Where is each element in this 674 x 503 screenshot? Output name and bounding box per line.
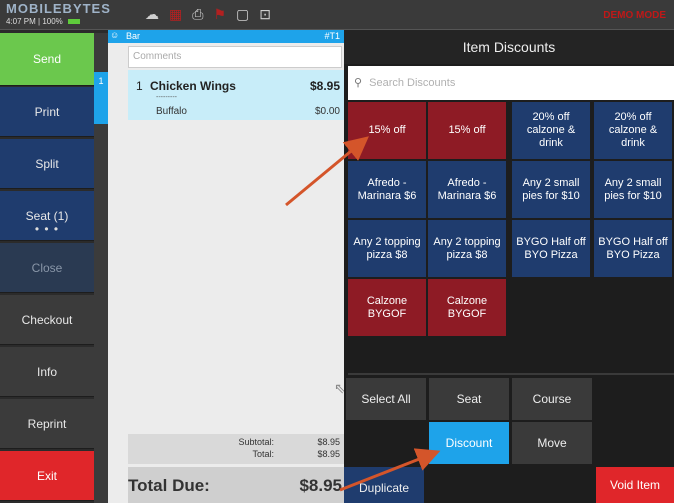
search-icon: ⚲ — [354, 77, 363, 89]
total-due-bar: Total Due: $8.95 — [128, 467, 344, 503]
chat-icon[interactable]: ▢ — [236, 6, 249, 22]
course-button[interactable]: Course — [512, 378, 592, 420]
search-placeholder: Search Discounts — [369, 77, 456, 89]
split-button[interactable]: Split — [0, 139, 94, 189]
item-modifier: Buffalo — [156, 106, 187, 117]
table-number: #T1 — [324, 31, 340, 41]
subtotal-row: Subtotal: $8.95 — [128, 437, 344, 449]
discount-tile[interactable]: Afredo - Marinara $6 — [428, 161, 506, 218]
seat-action-button[interactable]: Seat — [429, 378, 509, 420]
terminal-icon[interactable]: ⊡ — [259, 6, 271, 22]
item-discounts-panel: Item Discounts ⚲ Search Discounts 15% of… — [344, 30, 674, 503]
move-button[interactable]: Move — [512, 422, 592, 464]
send-button[interactable]: Send — [0, 33, 94, 86]
total-due-value: $8.95 — [299, 476, 342, 495]
grid-icon[interactable]: ▦ — [169, 6, 182, 22]
void-item-button[interactable]: Void Item — [596, 467, 674, 503]
totals-box: Subtotal: $8.95 Total: $8.95 — [128, 434, 344, 464]
info-button[interactable]: Info — [0, 347, 94, 397]
total-due-label: Total Due: — [128, 476, 210, 495]
pos-screen: MOBILEBYTES 4:07 PM | 100% ☁ ▦ ⎙ ⚑ ▢ ⊡ D… — [0, 0, 674, 503]
close-button[interactable]: Close — [0, 243, 94, 293]
discount-tile[interactable]: 15% off — [348, 102, 426, 159]
order-header: ☺ Bar #T1 — [108, 30, 344, 43]
discount-tile[interactable]: Any 2 topping pizza $8 — [428, 220, 506, 277]
search-discounts-input[interactable]: ⚲ Search Discounts — [348, 66, 674, 100]
discount-tile[interactable]: Any 2 small pies for $10 — [594, 161, 672, 218]
seat-tab-1[interactable]: 1 — [94, 72, 108, 124]
discount-tile[interactable]: 20% off calzone & drink — [512, 102, 590, 159]
checkout-button[interactable]: Checkout — [0, 295, 94, 345]
more-dots-icon: • • • — [34, 222, 60, 236]
section-divider — [348, 373, 674, 375]
clock: 4:07 PM — [6, 17, 36, 26]
order-location: Bar — [126, 31, 141, 41]
discount-tile[interactable]: Any 2 small pies for $10 — [512, 161, 590, 218]
total-row: Total: $8.95 — [128, 449, 344, 461]
duplicate-button[interactable]: Duplicate — [344, 467, 424, 503]
order-panel: ☺ Bar #T1 Comments 1 Chicken Wings $8.95… — [108, 30, 346, 503]
comments-field[interactable]: Comments — [128, 46, 342, 68]
reprint-button[interactable]: Reprint — [0, 399, 94, 449]
discount-tile[interactable]: BYGO Half off BYO Pizza — [512, 220, 590, 277]
brand-logo: MOBILEBYTES — [6, 1, 111, 16]
discount-tile[interactable]: Afredo - Marinara $6 — [348, 161, 426, 218]
item-price: $8.95 — [309, 79, 340, 93]
discount-button[interactable]: Discount — [429, 422, 509, 464]
discount-tile[interactable]: Any 2 topping pizza $8 — [348, 220, 426, 277]
seat-button-label: Seat (1) — [25, 208, 69, 223]
total-value: $8.95 — [317, 449, 340, 459]
flag-icon[interactable]: ⚑ — [213, 6, 226, 22]
print-button[interactable]: Print — [0, 87, 94, 137]
battery-percent: 100% — [42, 17, 63, 26]
item-qty: 1 — [136, 79, 143, 93]
select-all-button[interactable]: Select All — [346, 378, 426, 420]
discount-tile[interactable]: 20% off calzone & drink — [594, 102, 672, 159]
top-status-bar: MOBILEBYTES 4:07 PM | 100% ☁ ▦ ⎙ ⚑ ▢ ⊡ D… — [0, 0, 674, 30]
order-line-item[interactable]: 1 Chicken Wings $8.95 --------- Buffalo … — [128, 70, 344, 120]
exit-button[interactable]: Exit — [0, 451, 94, 501]
item-name: Chicken Wings — [150, 79, 236, 93]
panel-title: Item Discounts — [344, 30, 674, 64]
device-status: 4:07 PM | 100% — [6, 17, 81, 26]
seat-button[interactable]: Seat (1) • • • — [0, 191, 94, 241]
demo-mode-label: DEMO MODE — [603, 10, 666, 21]
toolbar-icons: ☁ ▦ ⎙ ⚑ ▢ ⊡ — [145, 6, 271, 22]
subtotal-label: Subtotal: — [238, 437, 274, 447]
printer-icon[interactable]: ⎙ — [192, 6, 203, 22]
discount-tile[interactable]: Calzone BYGOF — [428, 279, 506, 336]
item-separator: --------- — [156, 94, 177, 101]
left-nav: Send Print Split Seat (1) • • • Close Ch… — [0, 33, 94, 503]
discount-tile[interactable]: BYGO Half off BYO Pizza — [594, 220, 672, 277]
discount-tile[interactable]: Calzone BYGOF — [348, 279, 426, 336]
total-label: Total: — [252, 449, 274, 459]
modifier-price: $0.00 — [314, 106, 340, 117]
discount-tile[interactable]: 15% off — [428, 102, 506, 159]
subtotal-value: $8.95 — [317, 437, 340, 447]
cloud-upload-icon[interactable]: ☁ — [145, 6, 159, 22]
battery-icon — [68, 19, 81, 25]
person-icon: ☺ — [110, 30, 120, 40]
